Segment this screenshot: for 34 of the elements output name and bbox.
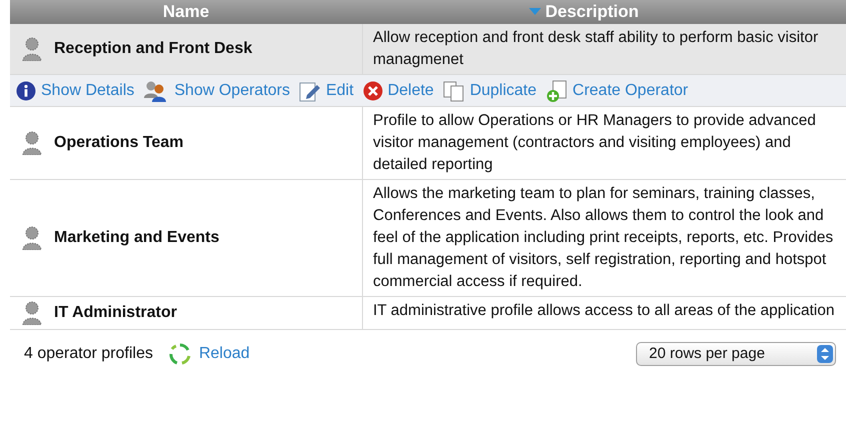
documents-icon <box>442 80 465 102</box>
column-header[interactable]: Description <box>545 0 639 25</box>
edit-icon <box>298 80 321 102</box>
stepper-icon <box>817 345 833 363</box>
page-size-select[interactable]: 20 rows per page <box>636 342 836 366</box>
column-header[interactable]: Name <box>162 0 210 25</box>
delete-icon <box>362 80 383 100</box>
profile-name: Operations Team <box>54 133 184 153</box>
table-row[interactable]: Reception and Front Desk Allow reception and front desk staff ability to perform basic visitor managmenet <box>10 24 846 75</box>
add-document-icon <box>546 78 568 102</box>
table-row[interactable]: Operations Team Profile to allow Operations or HR Managers to provide advanced visitor management (contractors and visiting employees) and detailed reporting <box>10 107 846 180</box>
action-link[interactable]: Show Operators <box>174 78 290 102</box>
profile-description: IT administrative profile allows access to all areas of the application <box>373 301 836 321</box>
person-icon <box>22 131 42 155</box>
reload-icon <box>168 343 191 365</box>
action-link[interactable]: Edit <box>326 78 354 102</box>
profile-description: Allow reception and front desk staff ability to perform basic visitor managmenet <box>373 28 820 70</box>
action-link[interactable]: Duplicate <box>470 78 537 102</box>
profile-description: Allows the marketing team to plan for seminars, training classes, Conferences and Events. Also allows them to control the look and feel of the application including print receipts, reports, etc. Provides full management of visitors, self registration, reporting and hotspot commercial access if required. <box>373 184 834 292</box>
profile-description: Profile to allow Operations or HR Managers to provide advanced visitor management (contractors and visiting employees) and detailed reporting <box>373 111 817 175</box>
action-link[interactable]: Delete <box>388 78 434 102</box>
table-row[interactable] <box>10 180 846 297</box>
action-link[interactable]: Show Details <box>41 78 134 102</box>
person-icon <box>22 226 42 250</box>
profile-name: IT Administrator <box>54 303 177 323</box>
profile-name: Reception and Front Desk <box>54 39 252 59</box>
profile-name: Marketing and Events <box>54 228 220 248</box>
action-link[interactable]: Create Operator <box>572 78 688 102</box>
person-icon <box>22 301 42 325</box>
info-icon <box>16 80 36 100</box>
person-icon <box>22 37 42 61</box>
reload-link[interactable]: Reload <box>198 342 250 366</box>
table-row[interactable]: IT Administrator IT administrative profile allows access to all areas of the application <box>10 297 846 330</box>
profile-count: 4 operator profiles <box>24 344 153 364</box>
